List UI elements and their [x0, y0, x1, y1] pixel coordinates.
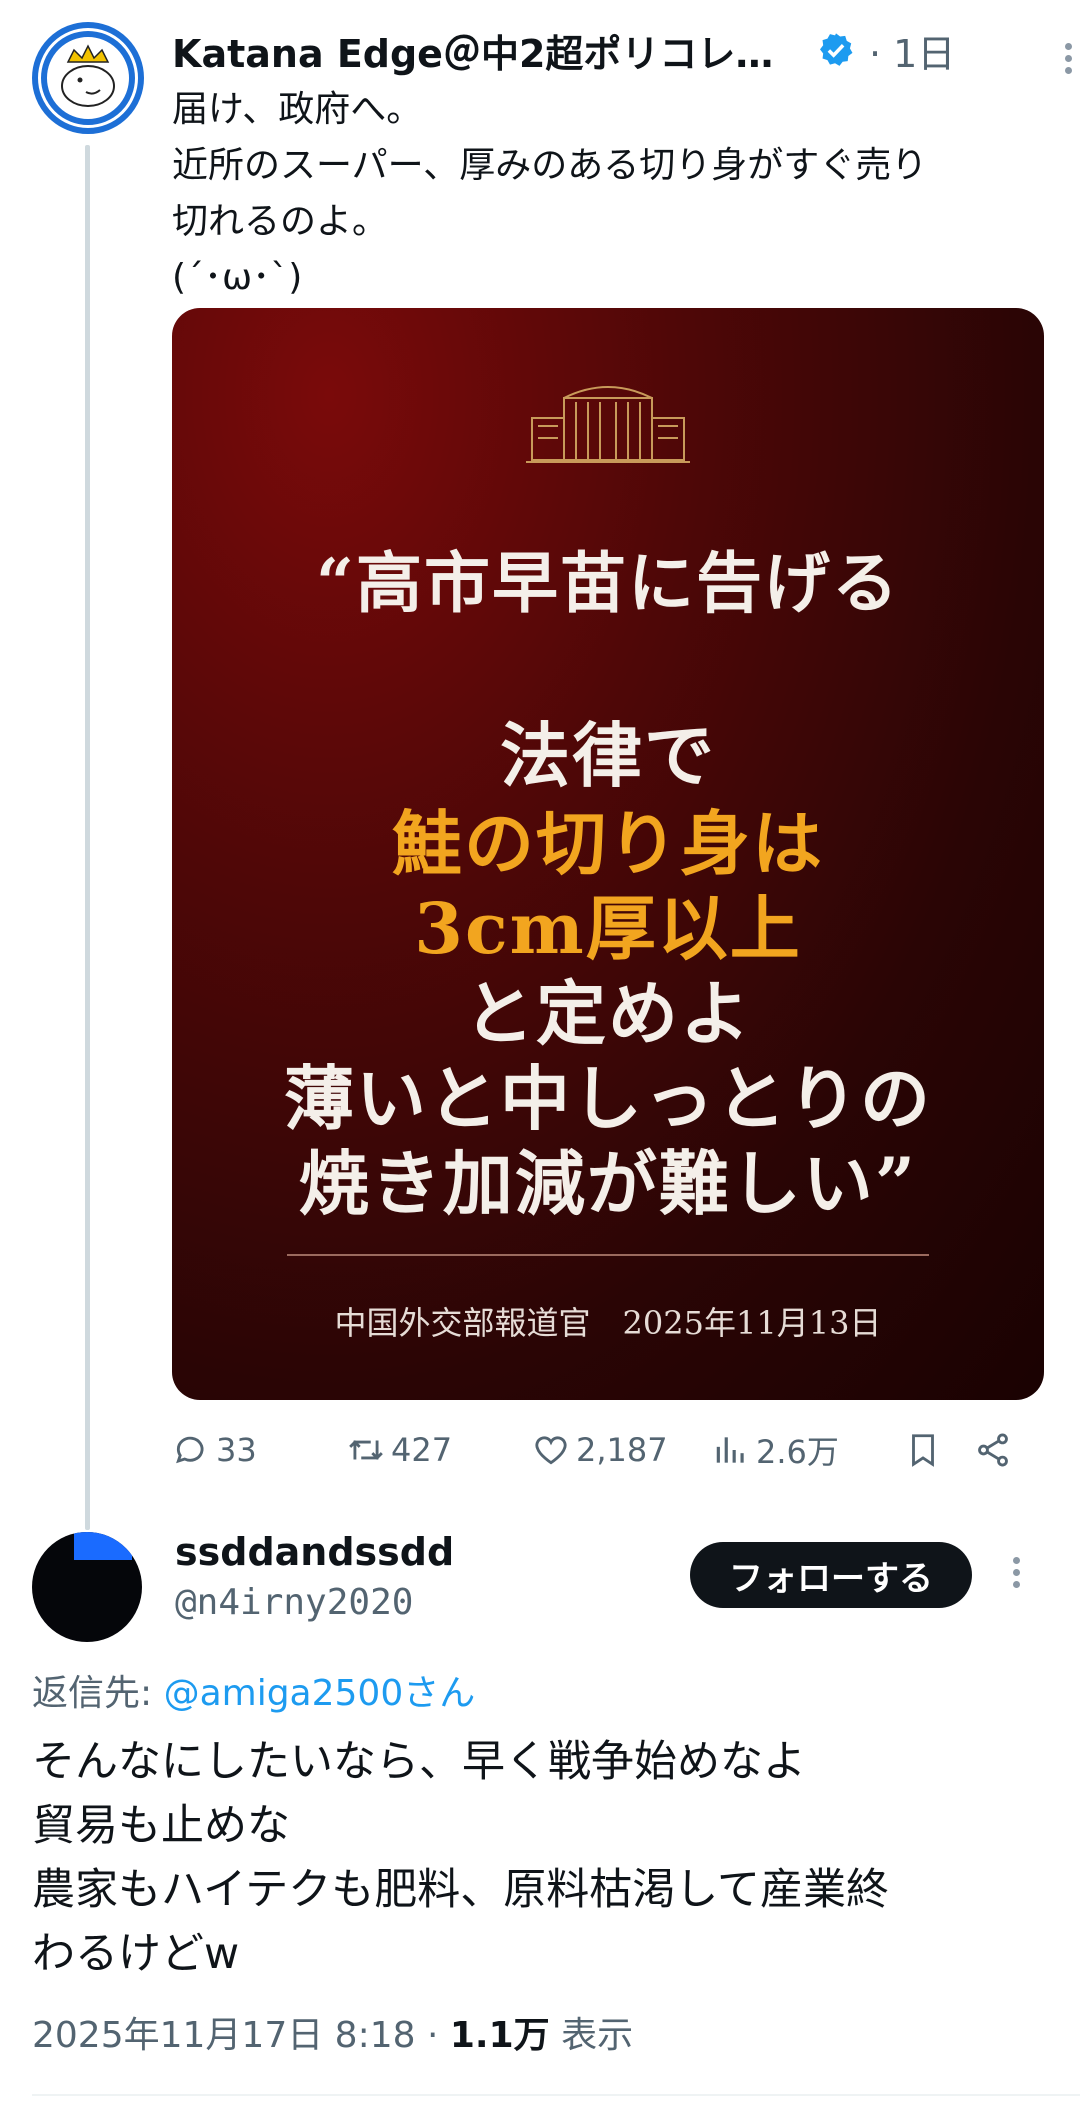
like-button[interactable]: 2,187: [532, 1431, 712, 1469]
tweet-text-line: 近所のスーパー、厚みのある切り身がすぐ売り: [172, 145, 928, 186]
tweet-text-line: 切れるのよ。: [172, 201, 389, 242]
building-illustration-icon: [526, 386, 690, 463]
reply-text-line: そんなにしたいなら、早く戦争始めなよ: [32, 1737, 806, 1787]
bookmark-button[interactable]: [904, 1431, 964, 1469]
reply-text-line: わるけどw: [32, 1929, 240, 1979]
reply-view-count: 1.1万: [449, 2015, 550, 2056]
tweet-action-bar: 33 427 2,187 2.6万: [172, 1420, 1052, 1480]
reply-view-label: 表示: [549, 2015, 634, 2056]
reply-text: そんなにしたいなら、早く戦争始めなよ 貿易も止めな 農家もハイテクも肥料、原料枯…: [32, 1730, 1062, 1986]
like-count: 2,187: [576, 1431, 668, 1469]
reply-icon: [176, 1436, 204, 1464]
retweet-icon: [349, 1440, 383, 1460]
reply-text-line: 農家もハイテクも肥料、原料枯渇して産業終: [32, 1865, 889, 1915]
views-button[interactable]: 2.6万: [712, 1427, 892, 1473]
heart-icon: [535, 1436, 567, 1465]
tweet-text-line: (´･ω･`): [172, 257, 303, 298]
main-tweet[interactable]: Katana Edge＠中2超ポリコレリ... · 1日 届け、政府へ。 近所の…: [172, 20, 1072, 306]
image-divider: [287, 1254, 929, 1256]
tweet-time[interactable]: · 1日: [869, 23, 955, 78]
follow-button[interactable]: フォローする: [690, 1542, 972, 1608]
verified-badge-icon: [820, 33, 853, 66]
image-source-caption: 中国外交部報道官 2025年11月13日: [334, 1304, 882, 1342]
author-name[interactable]: Katana Edge＠中2超ポリコレリ...: [172, 23, 807, 78]
reply-author-avatar[interactable]: [32, 1532, 142, 1642]
avatar-block-shape: [74, 1532, 132, 1560]
reply-count: 33: [216, 1431, 257, 1469]
thread-connector-line: [85, 145, 90, 1530]
reply-timestamp[interactable]: 2025年11月17日 8:18 ·: [32, 2015, 450, 2056]
more-options-icon[interactable]: [1010, 1552, 1022, 1593]
reply-to-mention-link[interactable]: @amiga2500さん: [164, 1673, 476, 1714]
more-options-icon[interactable]: [1062, 38, 1074, 79]
reply-button[interactable]: 33: [172, 1431, 347, 1469]
share-icon: [978, 1433, 1008, 1467]
reply-to-prefix: 返信先:: [32, 1673, 164, 1714]
retweet-count: 427: [391, 1431, 453, 1469]
image-quote-line: “高市早苗に告げる: [316, 544, 900, 622]
reply-to-line: 返信先: @amiga2500さん: [32, 1664, 475, 1716]
image-quote-line: 焼き加減が難しい”: [298, 1142, 918, 1225]
reply-author-name[interactable]: ssddandssdd: [175, 1530, 454, 1574]
tweet-image[interactable]: “高市早苗に告げる 法律で 鮭の切り身は 3cm厚以上 と定めよ 薄いと中しっと…: [172, 308, 1044, 1400]
views-chart-icon: [716, 1437, 744, 1463]
reply-author-handle[interactable]: @n4irny2020: [175, 1582, 413, 1623]
avatar-mascot-icon: [41, 31, 135, 125]
reply-text-line: 貿易も止めな: [32, 1801, 290, 1851]
tweet-text-line: 届け、政府へ。: [172, 89, 423, 130]
retweet-button[interactable]: 427: [347, 1431, 532, 1469]
share-button[interactable]: [974, 1431, 1034, 1469]
reply-meta: 2025年11月17日 8:18 · 1.1万 表示: [32, 2006, 633, 2058]
divider: [32, 2094, 1080, 2096]
view-count: 2.6万: [756, 1433, 839, 1471]
bookmark-icon: [912, 1434, 934, 1467]
tweet-text: 届け、政府へ。 近所のスーパー、厚みのある切り身がすぐ売り 切れるのよ。 (´･…: [172, 82, 1052, 306]
author-avatar[interactable]: [32, 22, 144, 134]
image-quote-line: 法律で: [500, 714, 716, 797]
